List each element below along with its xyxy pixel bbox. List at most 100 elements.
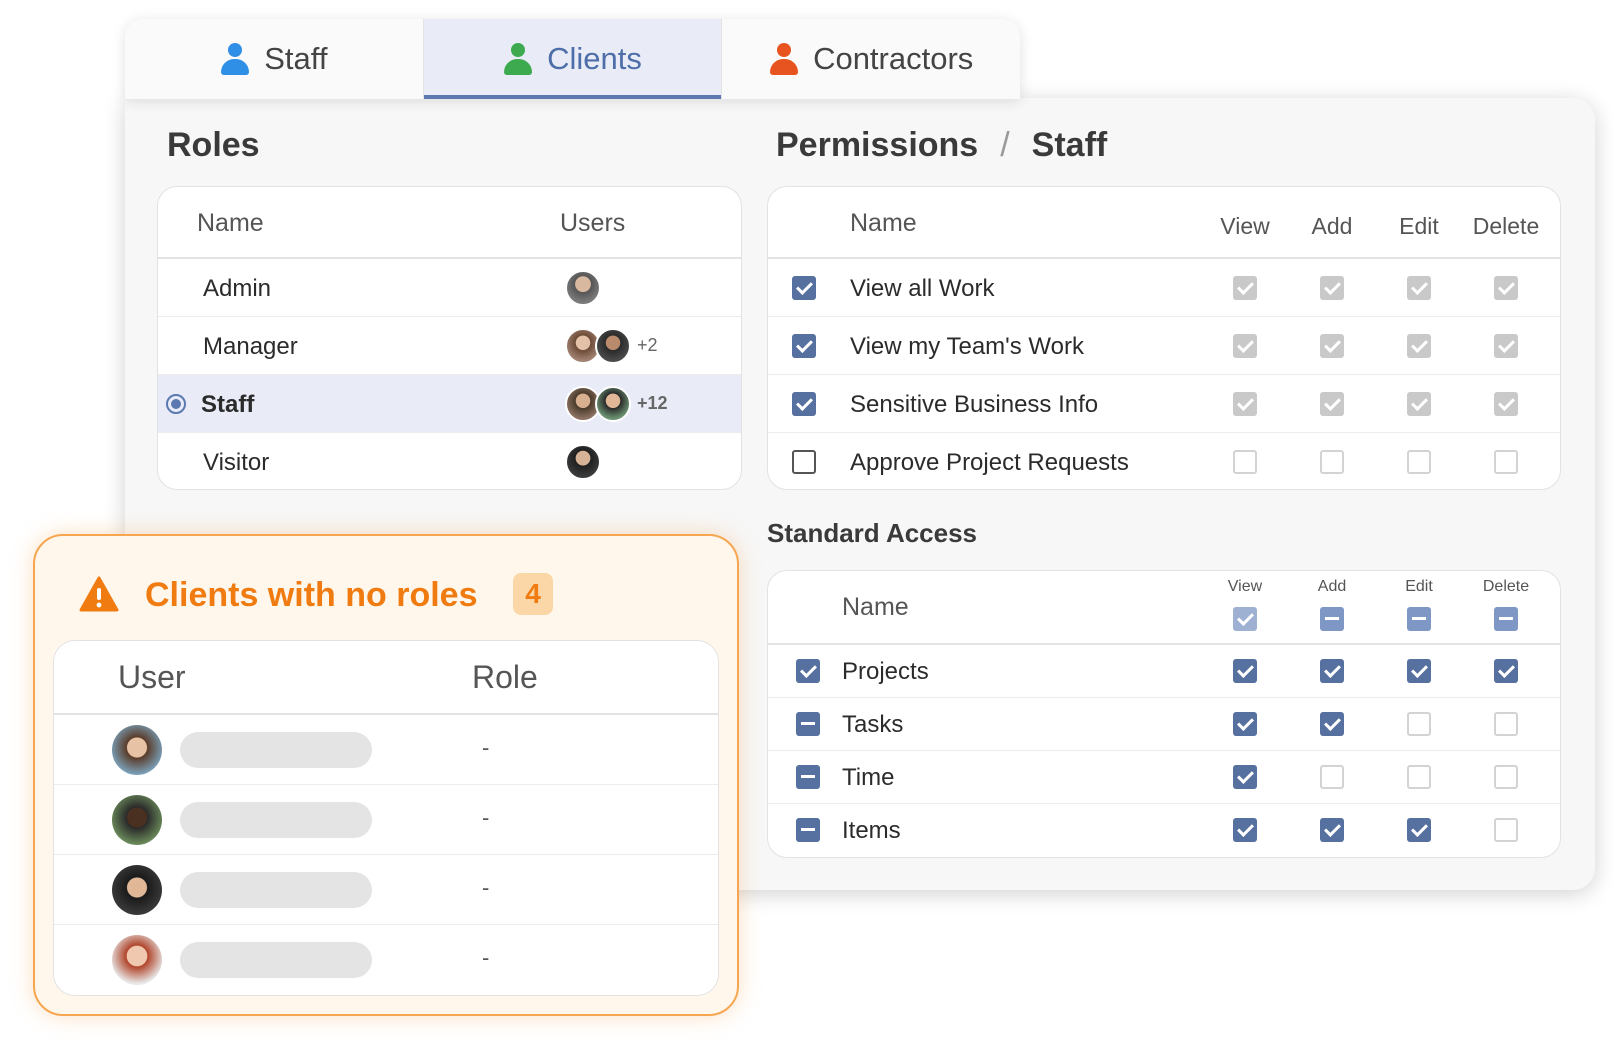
permission-checkbox[interactable] bbox=[792, 392, 816, 416]
add-checkbox[interactable] bbox=[1320, 712, 1344, 736]
no-roles-table-header: User Role bbox=[54, 641, 718, 715]
column-view: View bbox=[1227, 578, 1263, 595]
access-label: Tasks bbox=[842, 711, 904, 738]
role-value: - bbox=[482, 805, 490, 830]
add-checkbox[interactable] bbox=[1320, 765, 1344, 789]
column-delete: Delete bbox=[1482, 578, 1530, 595]
user-row[interactable]: - bbox=[54, 785, 718, 855]
warning-icon bbox=[79, 576, 119, 612]
column-delete: Delete bbox=[1472, 213, 1540, 239]
avatar bbox=[112, 795, 162, 845]
delete-checkbox[interactable] bbox=[1494, 765, 1518, 789]
person-icon bbox=[220, 43, 250, 75]
permission-label: View my Team's Work bbox=[850, 333, 1084, 360]
delete-checkbox bbox=[1494, 392, 1518, 416]
permission-checkbox[interactable] bbox=[792, 450, 816, 474]
user-row[interactable]: - bbox=[54, 715, 718, 785]
avatar bbox=[595, 328, 631, 364]
view-checkbox[interactable] bbox=[1233, 818, 1257, 842]
selected-radio[interactable] bbox=[166, 394, 186, 414]
view-checkbox[interactable] bbox=[1233, 712, 1257, 736]
role-value: - bbox=[482, 735, 490, 760]
standard-access-table: Name View Add Edit Delete Projects Tasks… bbox=[767, 570, 1561, 858]
permission-checkbox[interactable] bbox=[792, 276, 816, 300]
delete-checkbox[interactable] bbox=[1494, 818, 1518, 842]
avatar bbox=[565, 444, 601, 480]
avatar bbox=[595, 386, 631, 422]
role-name: Visitor bbox=[203, 449, 270, 476]
select-all-edit-checkbox[interactable] bbox=[1407, 607, 1431, 631]
delete-checkbox[interactable] bbox=[1494, 712, 1518, 736]
edit-checkbox[interactable] bbox=[1407, 659, 1431, 683]
role-row-admin[interactable]: Admin bbox=[158, 259, 741, 317]
person-icon bbox=[503, 43, 533, 75]
edit-checkbox[interactable] bbox=[1407, 818, 1431, 842]
view-checkbox bbox=[1233, 276, 1257, 300]
avatar bbox=[112, 865, 162, 915]
select-all-delete-checkbox[interactable] bbox=[1494, 607, 1518, 631]
add-checkbox[interactable] bbox=[1320, 818, 1344, 842]
edit-checkbox bbox=[1407, 276, 1431, 300]
tab-contractors-label: Contractors bbox=[813, 41, 974, 76]
role-name: Staff bbox=[201, 391, 255, 418]
edit-checkbox bbox=[1407, 334, 1431, 358]
row-checkbox[interactable] bbox=[796, 659, 820, 683]
role-name: Admin bbox=[203, 275, 272, 302]
breadcrumb-role: Staff bbox=[1031, 126, 1108, 164]
permission-row: View all Work bbox=[768, 259, 1560, 317]
permission-label: View all Work bbox=[850, 275, 995, 302]
role-row-manager[interactable]: Manager +2 bbox=[158, 317, 741, 375]
delete-checkbox[interactable] bbox=[1494, 659, 1518, 683]
tab-contractors[interactable]: Contractors bbox=[722, 19, 1020, 99]
user-name-placeholder bbox=[180, 802, 372, 838]
standard-access-heading: Standard Access bbox=[767, 518, 978, 548]
roles-table-header: Name Users bbox=[158, 187, 741, 259]
permission-label: Sensitive Business Info bbox=[850, 391, 1099, 418]
select-all-add-checkbox[interactable] bbox=[1320, 607, 1344, 631]
row-checkbox[interactable] bbox=[796, 818, 820, 842]
row-checkbox[interactable] bbox=[796, 712, 820, 736]
role-value: - bbox=[482, 945, 490, 970]
delete-checkbox bbox=[1494, 276, 1518, 300]
permission-row: View my Team's Work bbox=[768, 317, 1560, 375]
role-row-visitor[interactable]: Visitor bbox=[158, 433, 741, 489]
add-checkbox bbox=[1320, 334, 1344, 358]
tab-clients[interactable]: Clients bbox=[423, 19, 723, 99]
permission-checkbox[interactable] bbox=[792, 334, 816, 358]
permissions-heading: Permissions bbox=[776, 126, 979, 164]
edit-checkbox[interactable] bbox=[1407, 712, 1431, 736]
column-view: View bbox=[1220, 213, 1270, 239]
user-row[interactable]: - bbox=[54, 855, 718, 925]
count-badge: 4 bbox=[513, 573, 553, 615]
tab-staff[interactable]: Staff bbox=[125, 19, 424, 99]
add-checkbox[interactable] bbox=[1320, 659, 1344, 683]
access-label: Items bbox=[842, 817, 901, 844]
role-value: - bbox=[482, 875, 490, 900]
more-users-count: +12 bbox=[637, 393, 668, 413]
access-row-tasks: Tasks bbox=[768, 698, 1560, 751]
select-all-view-checkbox[interactable] bbox=[1233, 607, 1257, 631]
user-name-placeholder bbox=[180, 872, 372, 908]
no-roles-title: Clients with no roles bbox=[145, 576, 478, 614]
access-row-time: Time bbox=[768, 751, 1560, 804]
roles-table: Name Users Admin Manager +2 Staff +12 Vi… bbox=[157, 186, 742, 490]
roles-heading: Roles bbox=[167, 126, 260, 164]
edit-checkbox bbox=[1407, 450, 1431, 474]
tab-staff-label: Staff bbox=[264, 41, 328, 76]
edit-checkbox[interactable] bbox=[1407, 765, 1431, 789]
column-name: Name bbox=[842, 593, 909, 621]
column-add: Add bbox=[1317, 578, 1347, 595]
user-row[interactable]: - bbox=[54, 925, 718, 995]
user-name-placeholder bbox=[180, 732, 372, 768]
access-row-projects: Projects bbox=[768, 645, 1560, 698]
row-checkbox[interactable] bbox=[796, 765, 820, 789]
client-type-tabs: Staff Clients Contractors bbox=[125, 19, 1020, 99]
role-name: Manager bbox=[203, 333, 298, 360]
column-users: Users bbox=[560, 209, 626, 237]
column-user: User bbox=[118, 659, 186, 695]
role-row-staff[interactable]: Staff +12 bbox=[158, 375, 741, 433]
column-add: Add bbox=[1311, 213, 1353, 239]
view-checkbox[interactable] bbox=[1233, 765, 1257, 789]
view-checkbox[interactable] bbox=[1233, 659, 1257, 683]
avatar bbox=[565, 270, 601, 306]
